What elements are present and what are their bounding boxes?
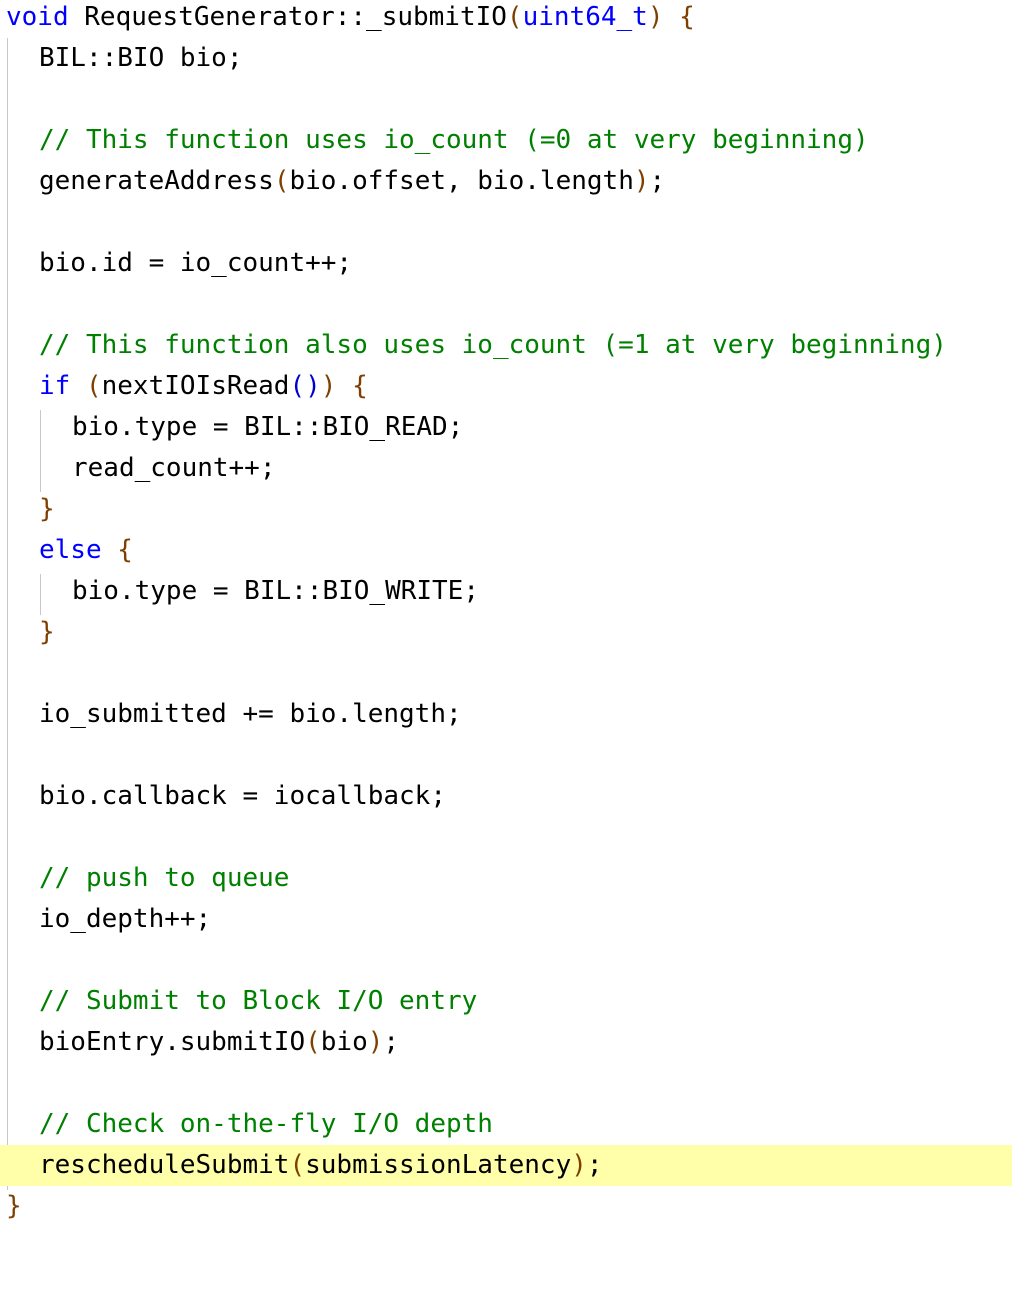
paren-close: )	[571, 1150, 587, 1180]
current-line-highlight[interactable]: rescheduleSubmit(submissionLatency);	[0, 1145, 1012, 1186]
brace-close: }	[39, 494, 55, 524]
code-line-30[interactable]: }	[0, 1186, 1012, 1227]
code-line-15[interactable]: bio.type = BIL::BIO_WRITE;	[0, 571, 1012, 612]
code-line-25[interactable]: // Submit to Block I/O entry	[0, 981, 1012, 1022]
function-call: bioEntry.submitIO	[39, 1027, 306, 1057]
code-editor[interactable]: void RequestGenerator::_submitIO(uint64_…	[0, 0, 1012, 1232]
paren-close: )	[367, 1027, 384, 1057]
code-line-4[interactable]: // This function uses io_count (=0 at ve…	[0, 120, 1012, 161]
statement-declaration: BIL::BIO bio;	[39, 43, 243, 73]
call-arguments: bio	[320, 1027, 368, 1057]
comment-line: // Submit to Block I/O entry	[39, 986, 478, 1016]
brace-open: {	[336, 371, 368, 401]
paren-open: (	[85, 371, 102, 401]
function-name: RequestGenerator::_submitIO	[68, 2, 507, 32]
code-line-9[interactable]: // This function also uses io_count (=1 …	[0, 325, 1012, 366]
brace-open: {	[663, 2, 695, 32]
code-line-2[interactable]: BIL::BIO bio;	[0, 38, 1012, 79]
statement-assignment: bio.callback = iocallback;	[39, 781, 446, 811]
call-arguments: bio.offset, bio.length	[289, 166, 634, 196]
code-line-5[interactable]: generateAddress(bio.offset, bio.length);	[0, 161, 1012, 202]
statement-assignment: bio.type = BIL::BIO_READ;	[72, 412, 464, 442]
paren-open: (	[289, 1150, 306, 1180]
keyword-else: else	[39, 535, 102, 565]
code-line-23[interactable]: io_depth++;	[0, 899, 1012, 940]
paren-close: )	[320, 371, 337, 401]
statement-increment: io_depth++;	[39, 904, 212, 934]
statement-assignment: bio.id = io_count++;	[39, 248, 353, 278]
comment-line: // This function also uses io_count (=1 …	[39, 330, 947, 360]
brace-close: }	[39, 617, 55, 647]
paren-open: (	[305, 1027, 321, 1057]
code-line-26[interactable]: bioEntry.submitIO(bio);	[0, 1022, 1012, 1063]
paren-open: (	[506, 2, 523, 32]
code-line-1[interactable]: void RequestGenerator::_submitIO(uint64_…	[0, 0, 1012, 38]
function-call: generateAddress	[39, 166, 274, 196]
code-line-13[interactable]: }	[0, 489, 1012, 530]
function-call: nextIOIsRead	[101, 371, 290, 401]
code-line-7[interactable]: bio.id = io_count++;	[0, 243, 1012, 284]
paren-close-inner: )	[305, 371, 321, 401]
code-line-18[interactable]: io_submitted += bio.length;	[0, 694, 1012, 735]
brace-close: }	[6, 1191, 22, 1221]
paren-open: (	[273, 166, 290, 196]
param-type: uint64_t	[522, 2, 648, 32]
semicolon: ;	[649, 166, 666, 196]
statement-assignment: bio.type = BIL::BIO_WRITE;	[72, 576, 479, 606]
code-line-28[interactable]: // Check on-the-fly I/O depth	[0, 1104, 1012, 1145]
code-line-16[interactable]: }	[0, 612, 1012, 653]
comment-line: // This function uses io_count (=0 at ve…	[39, 125, 869, 155]
call-arguments: submissionLatency	[305, 1150, 572, 1180]
brace-open: {	[101, 535, 133, 565]
paren-close: )	[647, 2, 664, 32]
paren-close: )	[633, 166, 650, 196]
statement-increment: read_count++;	[72, 453, 276, 483]
code-line-20[interactable]: bio.callback = iocallback;	[0, 776, 1012, 817]
code-line-22[interactable]: // push to queue	[0, 858, 1012, 899]
semicolon: ;	[383, 1027, 400, 1057]
keyword-if: if	[39, 371, 71, 401]
semicolon: ;	[586, 1150, 603, 1180]
code-line-14[interactable]: else {	[0, 530, 1012, 571]
statement-assignment: io_submitted += bio.length;	[39, 699, 462, 729]
function-call: rescheduleSubmit	[39, 1150, 290, 1180]
comment-line: // push to queue	[39, 863, 290, 893]
code-line-11[interactable]: bio.type = BIL::BIO_READ;	[0, 407, 1012, 448]
comment-line: // Check on-the-fly I/O depth	[39, 1109, 493, 1139]
keyword-void: void	[6, 2, 69, 32]
paren-open-inner: (	[289, 371, 306, 401]
code-line-10[interactable]: if (nextIOIsRead()) {	[0, 366, 1012, 407]
code-line-12[interactable]: read_count++;	[0, 448, 1012, 489]
